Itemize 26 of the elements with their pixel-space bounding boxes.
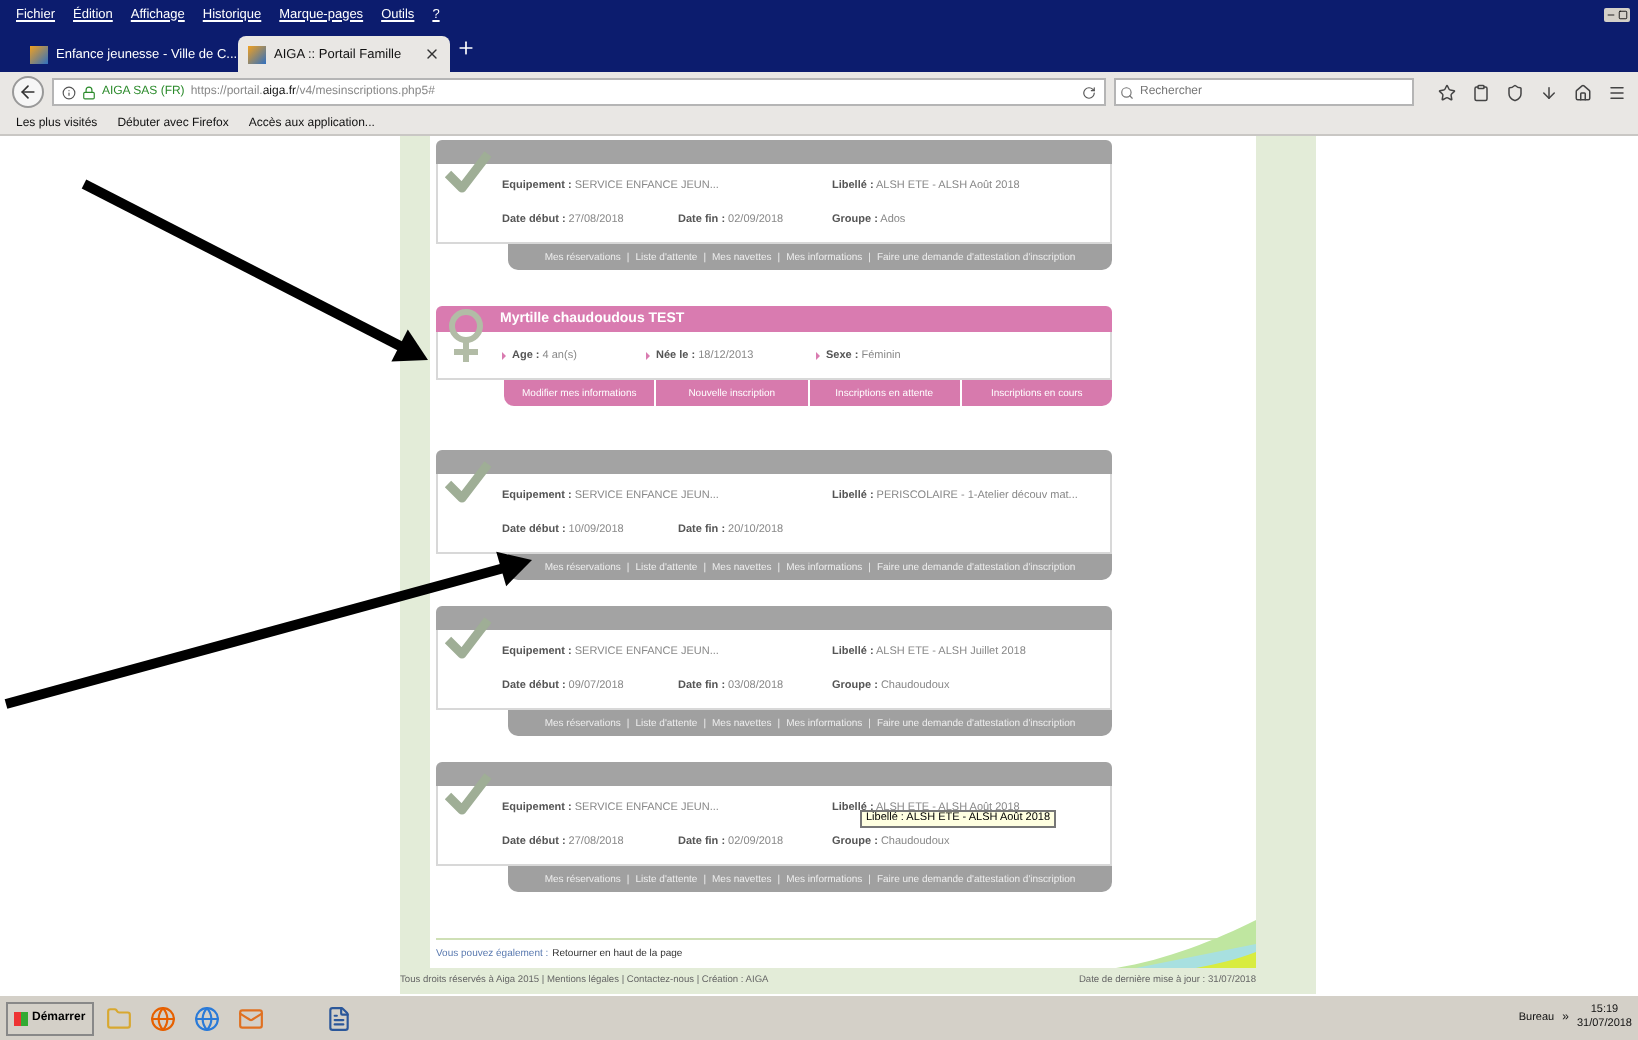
back-arrow-icon [17,82,38,102]
check-icon [444,772,492,816]
shield-icon[interactable] [1506,83,1524,101]
check-icon [444,460,492,504]
back-button[interactable] [12,76,44,108]
star-icon[interactable] [1438,83,1456,101]
check-icon [444,150,492,194]
new-tab-icon[interactable] [456,38,476,58]
globe-icon[interactable] [194,1005,221,1031]
maximize-icon[interactable] [1618,9,1628,19]
download-icon[interactable] [1540,83,1558,101]
menu-icon[interactable] [1608,83,1626,101]
lock-icon [81,85,96,99]
close-icon[interactable] [424,46,440,62]
info-icon[interactable] [61,85,76,99]
female-symbol-icon [444,308,488,364]
favicon-icon [248,45,266,63]
home-icon[interactable] [1574,83,1592,101]
clipboard-icon[interactable] [1472,83,1490,101]
swoosh-drawing [1116,920,1256,968]
minimize-icon[interactable] [1606,9,1616,19]
window-controls[interactable] [1604,7,1630,21]
favicon-icon [30,45,48,63]
check-icon [444,616,492,660]
document-icon[interactable] [326,1005,353,1031]
reload-icon[interactable] [1082,85,1096,99]
